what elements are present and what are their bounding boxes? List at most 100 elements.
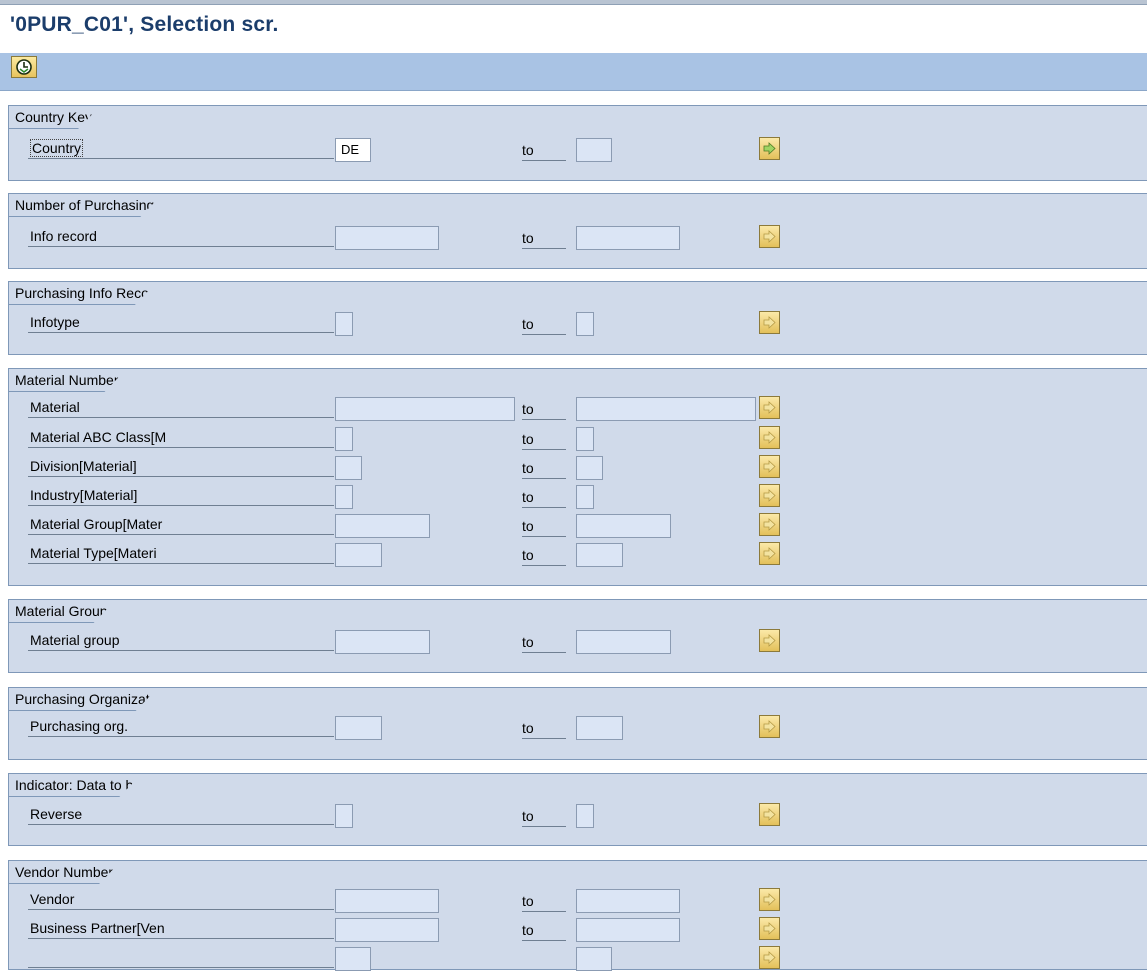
to-label: to [522, 401, 566, 420]
selection-row: Purchasing org. to [9, 714, 1147, 740]
group-title: Material Group [9, 600, 138, 623]
vendor-from-input[interactable] [335, 889, 439, 913]
arrow-right-icon [763, 460, 776, 473]
country-to-input[interactable] [576, 138, 612, 162]
arrow-right-icon [763, 893, 776, 906]
industry-to-input[interactable] [576, 485, 594, 509]
selection-row: Material group to [9, 628, 1147, 654]
selection-row: Material ABC Class[M to [9, 425, 1147, 451]
field-label: Purchasing org. [28, 718, 334, 737]
field-label: Business Partner[Ven [28, 920, 334, 939]
material-to-input[interactable] [576, 397, 756, 421]
selection-row: Vendor to [9, 887, 1147, 913]
selection-row: Country DE to [9, 136, 1147, 162]
multiple-selection-button[interactable] [759, 715, 780, 738]
field-label: Division[Material] [28, 458, 334, 477]
arrow-right-icon [763, 634, 776, 647]
multiple-selection-button[interactable] [759, 396, 780, 419]
material-group-to-input[interactable] [576, 630, 671, 654]
application-toolbar [0, 53, 1147, 91]
selection-row: Material Group[Mater to [9, 512, 1147, 538]
to-label: to [522, 460, 566, 479]
multiple-selection-button[interactable] [759, 917, 780, 940]
multiple-selection-button[interactable] [759, 513, 780, 536]
group-purchasing-organization: Purchasing Organizat Purchasing org. to [8, 687, 1147, 760]
purchasing-org-from-input[interactable] [335, 716, 382, 740]
arrow-right-icon [763, 142, 776, 155]
business-partner-to-input[interactable] [576, 918, 680, 942]
field-label: Industry[Material] [28, 487, 334, 506]
field-label: Info record [28, 228, 334, 247]
group-title: Vendor Number [9, 861, 143, 884]
infotype-to-input[interactable] [576, 312, 594, 336]
to-label: to [522, 720, 566, 739]
multiple-selection-button[interactable] [759, 629, 780, 652]
reverse-from-input[interactable] [335, 804, 353, 828]
material-type-from-input[interactable] [335, 543, 382, 567]
vendor-extra-to-input[interactable] [576, 947, 612, 971]
window-top-border [0, 0, 1147, 5]
group-title: Purchasing Organizat [9, 688, 180, 711]
group-material-group: Material Group Material group to [8, 599, 1147, 673]
abc-class-from-input[interactable] [335, 427, 353, 451]
purchasing-org-to-input[interactable] [576, 716, 623, 740]
material-group-to-input[interactable] [576, 514, 671, 538]
multiple-selection-button[interactable] [759, 311, 780, 334]
group-material-number: Material Number Material to Material ABC… [8, 368, 1147, 586]
field-label: Infotype [28, 314, 334, 333]
country-from-input[interactable]: DE [335, 138, 371, 162]
field-label: Country [28, 139, 334, 159]
field-label: Material Type[Materi [28, 545, 334, 564]
arrow-right-icon [763, 808, 776, 821]
selection-row: Infotype to [9, 310, 1147, 336]
material-group-from-input[interactable] [335, 630, 430, 654]
multiple-selection-button[interactable] [759, 803, 780, 826]
group-vendor-number: Vendor Number Vendor to Business Partner… [8, 860, 1147, 971]
field-label: Vendor [28, 891, 334, 910]
selection-row: Reverse to [9, 802, 1147, 828]
info-record-to-input[interactable] [576, 226, 680, 250]
to-label: to [522, 893, 566, 912]
arrow-right-icon [763, 518, 776, 531]
vendor-extra-from-input[interactable] [335, 947, 371, 971]
multiple-selection-button[interactable] [759, 455, 780, 478]
abc-class-to-input[interactable] [576, 427, 594, 451]
material-type-to-input[interactable] [576, 543, 623, 567]
group-purchasing-info-reco: Purchasing Info Reco Infotype to [8, 281, 1147, 355]
field-label: Material [28, 399, 334, 418]
to-label: to [522, 316, 566, 335]
material-group-from-input[interactable] [335, 514, 430, 538]
selection-row: Industry[Material] to [9, 483, 1147, 509]
multiple-selection-button[interactable] [759, 426, 780, 449]
group-indicator-data: Indicator: Data to b Reverse to [8, 773, 1147, 846]
arrow-right-icon [763, 230, 776, 243]
to-label: to [522, 489, 566, 508]
arrow-right-icon [763, 547, 776, 560]
reverse-to-input[interactable] [576, 804, 594, 828]
to-label: to [522, 922, 566, 941]
info-record-from-input[interactable] [335, 226, 439, 250]
multiple-selection-button[interactable] [759, 888, 780, 911]
multiple-selection-button[interactable] [759, 137, 780, 160]
arrow-right-icon [763, 401, 776, 414]
multiple-selection-button[interactable] [759, 225, 780, 248]
selection-row: Material to [9, 395, 1147, 421]
division-from-input[interactable] [335, 456, 362, 480]
multiple-selection-button[interactable] [759, 542, 780, 565]
multiple-selection-button[interactable] [759, 946, 780, 969]
material-from-input[interactable] [335, 397, 515, 421]
industry-from-input[interactable] [335, 485, 353, 509]
to-label: to [522, 518, 566, 537]
multiple-selection-button[interactable] [759, 484, 780, 507]
to-label: to [522, 547, 566, 566]
field-label: Material group [28, 632, 334, 651]
execute-clock-icon [16, 59, 32, 75]
arrow-right-icon [763, 316, 776, 329]
infotype-from-input[interactable] [335, 312, 353, 336]
vendor-to-input[interactable] [576, 889, 680, 913]
execute-button[interactable] [11, 56, 37, 78]
business-partner-from-input[interactable] [335, 918, 439, 942]
division-to-input[interactable] [576, 456, 603, 480]
group-title: Number of Purchasing [9, 194, 184, 217]
group-number-of-purchasing: Number of Purchasing Info record to [8, 193, 1147, 269]
